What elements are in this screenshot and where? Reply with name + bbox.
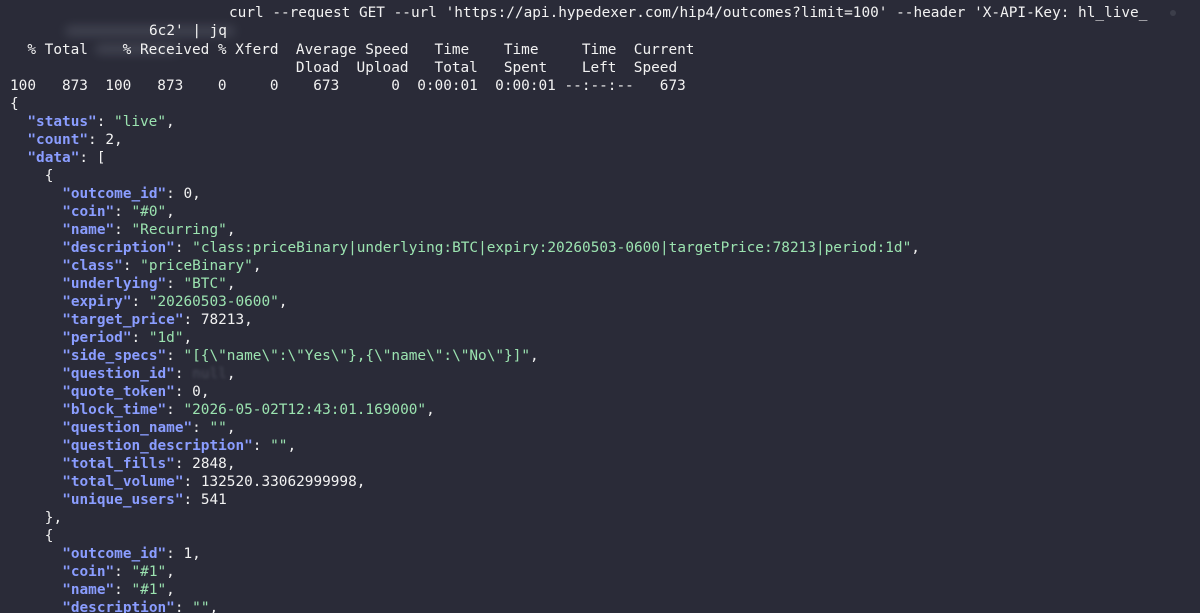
json-value: "" bbox=[209, 420, 227, 436]
json-value: 0 bbox=[183, 186, 193, 202]
command-prefix-redaction bbox=[30, 4, 235, 36]
json-value: "2026-05-02T12:43:01.169000" bbox=[183, 402, 427, 418]
window-dot-icon bbox=[1170, 10, 1176, 16]
progress-values: 100 873 100 873 0 0 673 0 0:00:01 0:00:0… bbox=[10, 78, 686, 94]
json-key: "expiry" bbox=[62, 294, 132, 310]
json-key: "status" bbox=[27, 114, 97, 130]
json-field-line: "outcome_id": 1, bbox=[62, 546, 201, 562]
json-value: "class:priceBinary|underlying:BTC|expiry… bbox=[192, 240, 912, 256]
json-value: "#1" bbox=[131, 564, 167, 580]
command-line-2: 6c2' | jq bbox=[149, 23, 227, 39]
json-field-line: "question_name": "", bbox=[62, 420, 236, 436]
json-value: 2848 bbox=[192, 456, 227, 472]
json-field-line: "question_description": "", bbox=[62, 438, 297, 454]
json-field-line: "side_specs": "[{\"name\":\"Yes\"},{\"na… bbox=[62, 348, 539, 364]
json-field-line: "coin": "#1", bbox=[62, 564, 175, 580]
json-key: "coin" bbox=[62, 204, 115, 220]
json-count-line: "count": 2, bbox=[27, 132, 123, 148]
json-value: 1 bbox=[183, 546, 193, 562]
json-value: "" bbox=[192, 600, 210, 613]
json-value: "priceBinary" bbox=[140, 258, 253, 274]
json-value: 132520.33062999998 bbox=[200, 474, 357, 490]
json-key: "name" bbox=[62, 222, 115, 238]
json-open-brace: { bbox=[10, 96, 19, 112]
json-value: "" bbox=[270, 438, 288, 454]
json-item-open: { bbox=[44, 168, 54, 184]
json-key: "coin" bbox=[62, 564, 115, 580]
json-key: "quote_token" bbox=[62, 384, 175, 400]
json-key: "data" bbox=[27, 150, 80, 166]
json-field-line: "unique_users": 541 bbox=[62, 492, 227, 508]
json-value: "#1" bbox=[131, 582, 167, 598]
json-value: 541 bbox=[200, 492, 227, 508]
progress-header-2: Dload Upload Total Spent Left Speed bbox=[10, 60, 678, 76]
json-key: "total_fills" bbox=[62, 456, 175, 472]
json-field-line: "target_price": 78213, bbox=[62, 312, 253, 328]
json-field-line: "total_volume": 132520.33062999998, bbox=[62, 474, 366, 490]
json-field-line: "description": "class:priceBinary|underl… bbox=[62, 240, 920, 256]
json-field-line: "total_fills": 2848, bbox=[62, 456, 236, 472]
command-line-1: curl --request GET --url 'https://api.hy… bbox=[229, 5, 1148, 21]
json-field-line: "quote_token": 0, bbox=[62, 384, 210, 400]
json-value: "Recurring" bbox=[131, 222, 227, 238]
terminal-window[interactable]: curl --request GET --url 'https://api.hy… bbox=[0, 0, 1200, 613]
json-key: "description" bbox=[62, 600, 175, 613]
json-key: "period" bbox=[62, 330, 132, 346]
json-value: "BTC" bbox=[183, 276, 227, 292]
progress-header-1: % Total % Received % Xferd Average Speed… bbox=[10, 42, 695, 58]
json-key: "description" bbox=[62, 240, 175, 256]
json-field-line: "period": "1d", bbox=[62, 330, 193, 346]
json-field-line: "class": "priceBinary", bbox=[62, 258, 262, 274]
json-key: "underlying" bbox=[62, 276, 167, 292]
json-key: "outcome_id" bbox=[62, 546, 167, 562]
json-value: "live" bbox=[114, 114, 167, 130]
json-key: "side_specs" bbox=[62, 348, 167, 364]
json-field-line: "coin": "#0", bbox=[62, 204, 175, 220]
json-data-line: "data": [ bbox=[27, 150, 106, 166]
json-item-close: }, bbox=[44, 510, 63, 526]
json-value: "1d" bbox=[148, 330, 184, 346]
json-field-line: "underlying": "BTC", bbox=[62, 276, 236, 292]
json-key: "question_description" bbox=[62, 438, 253, 454]
json-key: "count" bbox=[27, 132, 89, 148]
json-field-line: "description": "", bbox=[62, 599, 218, 613]
json-value: 78213 bbox=[200, 312, 245, 328]
json-value: "20260503-0600" bbox=[148, 294, 279, 310]
json-field-line: "expiry": "20260503-0600", bbox=[62, 294, 288, 310]
json-key: "total_volume" bbox=[62, 474, 184, 490]
json-key: "outcome_id" bbox=[62, 186, 167, 202]
json-field-line: "name": "Recurring", bbox=[62, 222, 236, 238]
json-value: 0 bbox=[192, 384, 201, 400]
json-key: "block_time" bbox=[62, 402, 167, 418]
json-key: "unique_users" bbox=[62, 492, 184, 508]
json-key: "question_name" bbox=[62, 420, 193, 436]
json-value: "#0" bbox=[131, 204, 167, 220]
json-key: "target_price" bbox=[62, 312, 184, 328]
json-value: "[{\"name\":\"Yes\"},{\"name\":\"No\"}]" bbox=[183, 348, 531, 364]
json-item-open: { bbox=[44, 528, 54, 544]
json-field-line: "outcome_id": 0, bbox=[62, 186, 201, 202]
json-key: "question_id" bbox=[62, 366, 175, 382]
json-value: 2 bbox=[105, 132, 115, 148]
json-field-line: "question_id": null, bbox=[62, 366, 236, 382]
json-key: "name" bbox=[62, 582, 115, 598]
json-field-line: "block_time": "2026-05-02T12:43:01.16900… bbox=[62, 402, 435, 418]
json-value-null: null bbox=[192, 366, 227, 382]
json-field-line: "name": "#1", bbox=[62, 582, 175, 598]
json-key: "class" bbox=[62, 258, 123, 274]
json-status-line: "status": "live", bbox=[27, 114, 175, 130]
